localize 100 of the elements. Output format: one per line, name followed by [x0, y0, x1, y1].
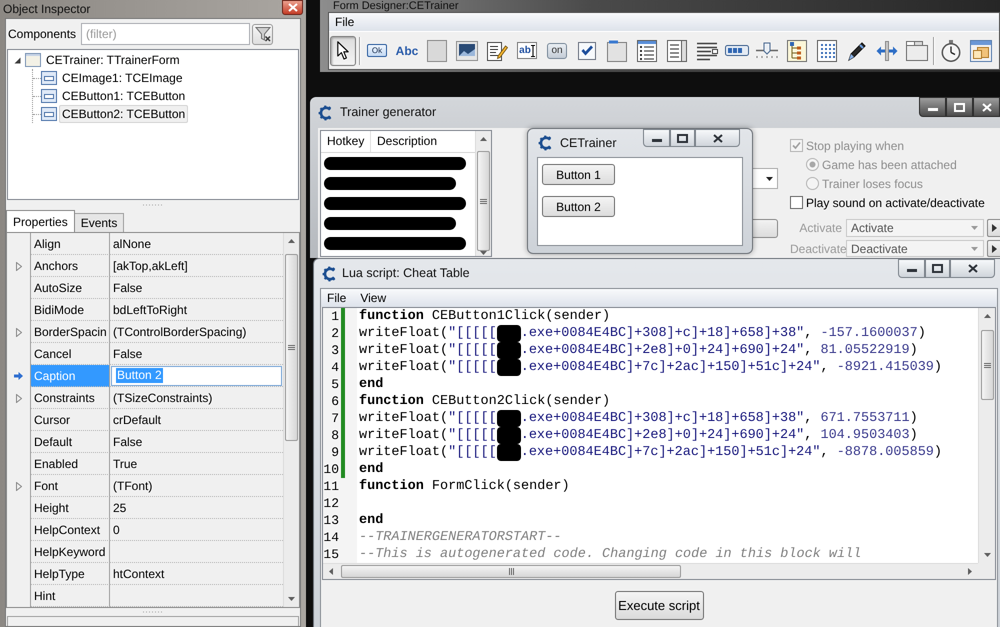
- close-button[interactable]: [282, 0, 303, 15]
- toggle-tool[interactable]: on: [544, 36, 570, 66]
- play-button[interactable]: [987, 240, 1000, 257]
- vertical-scrollbar[interactable]: [283, 233, 299, 607]
- close-button[interactable]: [950, 259, 995, 278]
- line-number: 7: [330, 410, 339, 427]
- code-fragment: writeFloat("[[[[[: [359, 444, 497, 461]
- property-name[interactable]: Font: [31, 475, 110, 497]
- button-edge[interactable]: [752, 219, 778, 238]
- pointer-icon: [337, 41, 349, 60]
- vertical-scrollbar[interactable]: [978, 308, 995, 563]
- maximize-button[interactable]: [670, 129, 695, 147]
- property-name[interactable]: HelpType: [31, 563, 110, 585]
- property-name[interactable]: AutoSize: [31, 277, 110, 299]
- code-editor[interactable]: [322, 307, 996, 580]
- window-title: CETrainer: [560, 134, 616, 152]
- code-fragment: .exe+0084E4BC]+308]+c]+18]+658]+38", 671.7553711): [520, 410, 918, 427]
- code-line: end: [359, 376, 384, 393]
- minimize-icon: [652, 138, 662, 142]
- scroll-down-icon: [984, 553, 990, 557]
- line-number: 6: [330, 393, 339, 410]
- line-number: 11: [323, 478, 339, 495]
- grip-icon: [508, 568, 514, 575]
- scrollbar-thumb[interactable]: [980, 330, 994, 400]
- tab[interactable]: Properties: [6, 210, 75, 232]
- redaction-mark: [496, 325, 521, 342]
- execute-script-button[interactable]: Execute script: [614, 591, 704, 620]
- property-value: False: [112, 346, 142, 362]
- property-value: alNone: [112, 236, 152, 252]
- filter-field[interactable]: (filter): [81, 23, 250, 45]
- line-number: 5: [330, 376, 339, 393]
- form-button[interactable]: Button 2: [542, 196, 615, 217]
- label-tool[interactable]: Abc: [394, 36, 420, 66]
- minimize-icon: [928, 108, 938, 110]
- property-value: 25: [112, 500, 126, 516]
- clear-filter-button[interactable]: [252, 24, 273, 44]
- close-button[interactable]: [695, 129, 740, 147]
- grip-icon: [480, 198, 487, 204]
- play-icon: [992, 224, 996, 232]
- tab[interactable]: Events: [74, 213, 124, 232]
- close-icon: [968, 264, 978, 273]
- property-name[interactable]: BidiMode: [31, 299, 110, 321]
- radio-label: Trainer loses focus: [822, 176, 923, 192]
- property-value: (TControlBorderSpacing): [112, 324, 246, 340]
- horizontal-scrollbar[interactable]: [323, 563, 978, 579]
- maximize-button[interactable]: [925, 259, 950, 278]
- minimize-button[interactable]: [919, 97, 946, 117]
- edit-tool[interactable]: ab: [514, 36, 540, 66]
- menu-item[interactable]: File: [325, 290, 348, 306]
- button-tool[interactable]: Ok: [364, 36, 390, 66]
- component-icon: [41, 71, 57, 85]
- property-value: True: [112, 456, 138, 472]
- property-name[interactable]: Cursor: [31, 409, 110, 431]
- property-value: (TSizeConstraints): [112, 390, 212, 406]
- column-header[interactable]: Hotkey: [321, 131, 371, 152]
- tree-item[interactable]: CEButton1: TCEButton: [59, 87, 188, 105]
- column-header[interactable]: Description: [371, 131, 475, 152]
- property-value: [akTop,akLeft]: [112, 258, 188, 274]
- scroll-down-icon: [288, 597, 295, 601]
- menu-item[interactable]: View: [358, 290, 388, 306]
- tree-item[interactable]: CETrainer: TTrainerForm: [43, 51, 183, 69]
- component-icon: [41, 89, 57, 103]
- property-name[interactable]: Constraints: [31, 387, 110, 409]
- tree-item[interactable]: CEImage1: TCEImage: [59, 69, 186, 87]
- funnel-icon: [254, 26, 270, 42]
- caret-icon: [971, 246, 978, 250]
- property-name[interactable]: HelpKeyword: [31, 541, 110, 563]
- dropdown-field[interactable]: [752, 168, 778, 189]
- property-name[interactable]: Align: [31, 233, 110, 255]
- property-name[interactable]: Enabled: [31, 453, 110, 475]
- tree-item[interactable]: CEButton2: TCEButton: [59, 105, 188, 123]
- picture-icon: [456, 40, 478, 60]
- close-icon: [288, 3, 298, 12]
- minimize-button[interactable]: [898, 259, 925, 278]
- scrollbar-thumb[interactable]: [477, 151, 490, 251]
- menu-item[interactable]: File: [333, 14, 356, 30]
- property-name[interactable]: BorderSpacin: [31, 321, 110, 343]
- property-name[interactable]: Hint: [31, 585, 110, 607]
- property-name[interactable]: Height: [31, 497, 110, 519]
- play-icon: [992, 244, 996, 252]
- form-button[interactable]: Button 1: [542, 164, 615, 185]
- property-name[interactable]: Default: [31, 431, 110, 453]
- redaction-mark: [496, 410, 521, 427]
- play-button[interactable]: [987, 219, 1000, 237]
- window-title: Form Designer:CETrainer: [333, 0, 459, 12]
- scrollbar-thumb[interactable]: [285, 254, 298, 441]
- checkbox[interactable]: [790, 196, 803, 209]
- close-button[interactable]: [973, 97, 1000, 117]
- pointer-tool[interactable]: [330, 36, 356, 66]
- scrollbar-thumb[interactable]: [341, 565, 681, 578]
- property-name[interactable]: Anchors: [31, 255, 110, 277]
- page-icon: [607, 40, 627, 62]
- property-name[interactable]: HelpContext: [31, 519, 110, 541]
- scroll-up-icon: [480, 137, 487, 141]
- minimize-button[interactable]: [643, 129, 670, 147]
- text-cursor-icon: [530, 44, 535, 56]
- maximize-button[interactable]: [946, 97, 973, 117]
- list-icon: [637, 40, 657, 62]
- code-fragment: .exe+0084E4BC]+7c]+2ac]+150]+51c]+24", -8921.415039): [520, 359, 942, 376]
- vertical-scrollbar[interactable]: [475, 131, 491, 256]
